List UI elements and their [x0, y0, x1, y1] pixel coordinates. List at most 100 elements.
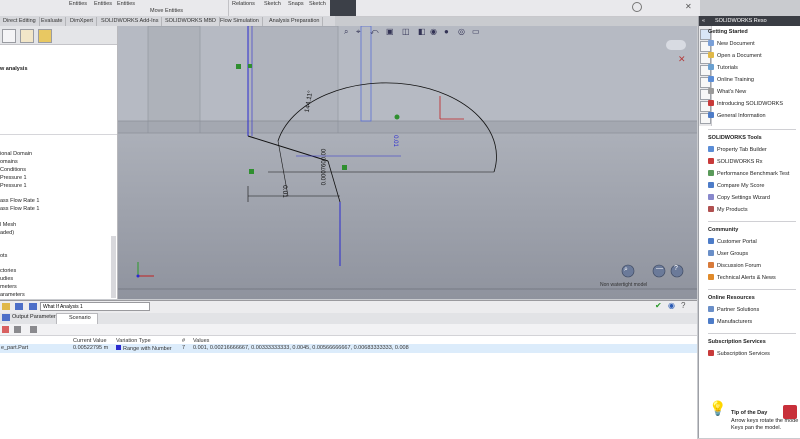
link-whats-new[interactable]: What's New [708, 88, 746, 95]
save-icon[interactable] [15, 303, 23, 310]
graphics-area[interactable]: 144.11° 0.01 0.01 0.0007600.00 Non water… [118, 26, 697, 299]
tree-item[interactable]: ass Flow Rate 1 [0, 198, 39, 204]
view-orientation-icon[interactable]: ◫ [402, 27, 410, 36]
zoom-icon[interactable]: ⌕ [624, 266, 628, 274]
dimension-label[interactable]: 0.01 [392, 135, 398, 147]
tree-item[interactable]: udies [0, 276, 13, 282]
info-icon[interactable]: ◉ [668, 301, 675, 310]
view-icon[interactable]: — [656, 265, 663, 272]
dimension-label[interactable]: 0.01 [281, 185, 288, 198]
section-subscription: Subscription Services [708, 339, 766, 345]
tab-direct-editing[interactable]: Direct Editing [0, 17, 40, 26]
folder-icon[interactable] [666, 40, 686, 50]
ribbon-sketch[interactable]: Sketch [264, 1, 281, 7]
table-row[interactable]: e_part.Part 0.00522795 m Range with Numb… [0, 344, 697, 353]
ribbon-entities-2[interactable]: Entities [94, 1, 112, 7]
scenario-toolbar [0, 324, 697, 336]
link-discussion-forum[interactable]: Discussion Forum [708, 262, 761, 269]
table-icon[interactable] [30, 326, 37, 333]
appearance-icon[interactable]: ● [444, 27, 449, 36]
property-builder-icon [708, 146, 714, 152]
tutorials-icon [708, 64, 714, 70]
help-icon[interactable]: ? [674, 265, 678, 272]
link-subscription-services[interactable]: Subscription Services [708, 350, 770, 357]
link-tutorials[interactable]: Tutorials [708, 64, 738, 71]
ribbon-entities-3[interactable]: Entities [117, 1, 135, 7]
tree-item[interactable]: ctories [0, 268, 16, 274]
tree-item[interactable]: meters [0, 284, 17, 290]
rx-icon [708, 158, 714, 164]
open-icon[interactable] [2, 303, 10, 310]
link-technical-alerts[interactable]: Technical Alerts & News [708, 274, 776, 281]
analysis-name-field[interactable] [40, 302, 150, 311]
link-introducing[interactable]: Introducing SOLIDWORKS [708, 100, 783, 107]
tip-line-2: Keys pan the model. [731, 425, 782, 431]
model-view [118, 26, 697, 290]
tree-item[interactable]: Pressure 1 [0, 183, 27, 189]
zoom-area-icon[interactable]: ⌖ [356, 27, 361, 37]
dimension-label[interactable]: 0.0007600.00 [321, 149, 327, 186]
delete-icon[interactable] [2, 326, 9, 333]
tab-evaluate[interactable]: Evaluate [38, 17, 67, 26]
solidworks-icon [708, 100, 714, 106]
tree-item[interactable]: Pressure 1 [0, 175, 27, 181]
close-icon[interactable]: ✕ [685, 2, 692, 11]
tab-output-parameters[interactable]: Output Parameters [12, 314, 58, 320]
tab-addins[interactable]: SOLIDWORKS Add-Ins [98, 17, 163, 26]
tree-item[interactable]: aded) [0, 230, 14, 236]
zoom-fit-icon[interactable]: ⌕ [344, 27, 348, 37]
tab-flow-simulation[interactable]: Flow Simulation [217, 17, 263, 26]
ribbon-snaps[interactable]: Snaps [288, 1, 304, 7]
analysis-title: w analysis [0, 66, 28, 72]
link-compare-score[interactable]: Compare My Score [708, 182, 764, 189]
parameters-icon [2, 314, 10, 321]
ribbon-entities-1[interactable]: Entities [69, 1, 87, 7]
crosshair-icon[interactable] [2, 29, 16, 43]
section-view-icon[interactable]: ▣ [386, 27, 394, 36]
panel-scrollbar[interactable] [111, 236, 116, 298]
hide-show-icon[interactable]: ◉ [430, 27, 437, 36]
tab-dimxpert[interactable]: DimXpert [67, 17, 97, 26]
tab-mbd[interactable]: SOLIDWORKS MBD [162, 17, 221, 26]
link-manufacturers[interactable]: Manufacturers [708, 318, 752, 325]
scene-icon[interactable]: ◎ [458, 27, 465, 36]
close-icon[interactable]: ✕ [678, 54, 686, 65]
help-icon[interactable]: ? [681, 301, 685, 310]
link-solidworks-rx[interactable]: SOLIDWORKS Rx [708, 158, 763, 165]
compare-icon [708, 182, 714, 188]
appearance-icon[interactable] [20, 29, 34, 43]
ok-icon[interactable]: ✔ [655, 301, 662, 310]
collapse-icon[interactable]: « [702, 16, 705, 26]
link-user-groups[interactable]: User Groups [708, 250, 748, 257]
link-my-products[interactable]: My Products [708, 206, 748, 213]
link-customer-portal[interactable]: Customer Portal [708, 238, 757, 245]
ribbon-move-entities[interactable]: Move Entities [150, 8, 183, 14]
link-benchmark[interactable]: Performance Benchmark Test [708, 170, 789, 177]
save-as-icon[interactable] [29, 303, 37, 310]
tree-item[interactable]: ass Flow Rate 1 [0, 206, 39, 212]
ribbon-relations[interactable]: Relations [232, 1, 255, 7]
view-settings-icon[interactable]: ▭ [472, 27, 480, 36]
tree-item[interactable]: arameters [0, 292, 25, 298]
display-style-icon[interactable]: ◧ [418, 27, 426, 36]
link-partner-solutions[interactable]: Partner Solutions [708, 306, 759, 313]
tab-analysis-preparation[interactable]: Analysis Preparation [266, 17, 324, 26]
tree-item[interactable]: ots [0, 253, 7, 259]
forum-icon [708, 262, 714, 268]
link-copy-settings[interactable]: Copy Settings Wizard [708, 194, 770, 201]
link-online-training[interactable]: Online Training [708, 76, 754, 83]
flow-sim-icon[interactable] [38, 29, 52, 43]
search-icon[interactable] [632, 2, 642, 12]
grid-icon[interactable] [14, 326, 21, 333]
tree-item[interactable]: l Mesh [0, 222, 16, 228]
link-general-info[interactable]: General Information [708, 112, 766, 119]
link-new-document[interactable]: New Document [708, 40, 755, 47]
ribbon-active-tool[interactable] [330, 0, 356, 16]
previous-view-icon[interactable]: ⤺ [370, 27, 379, 37]
link-open-document[interactable]: Open a Document [708, 52, 762, 59]
tree-item[interactable]: Conditions [0, 167, 26, 173]
link-property-tab-builder[interactable]: Property Tab Builder [708, 146, 767, 153]
tree-item[interactable]: ional Domain [0, 151, 32, 157]
tree-item[interactable]: omains [0, 159, 18, 165]
ribbon-sketch-2[interactable]: Sketch [309, 1, 326, 7]
